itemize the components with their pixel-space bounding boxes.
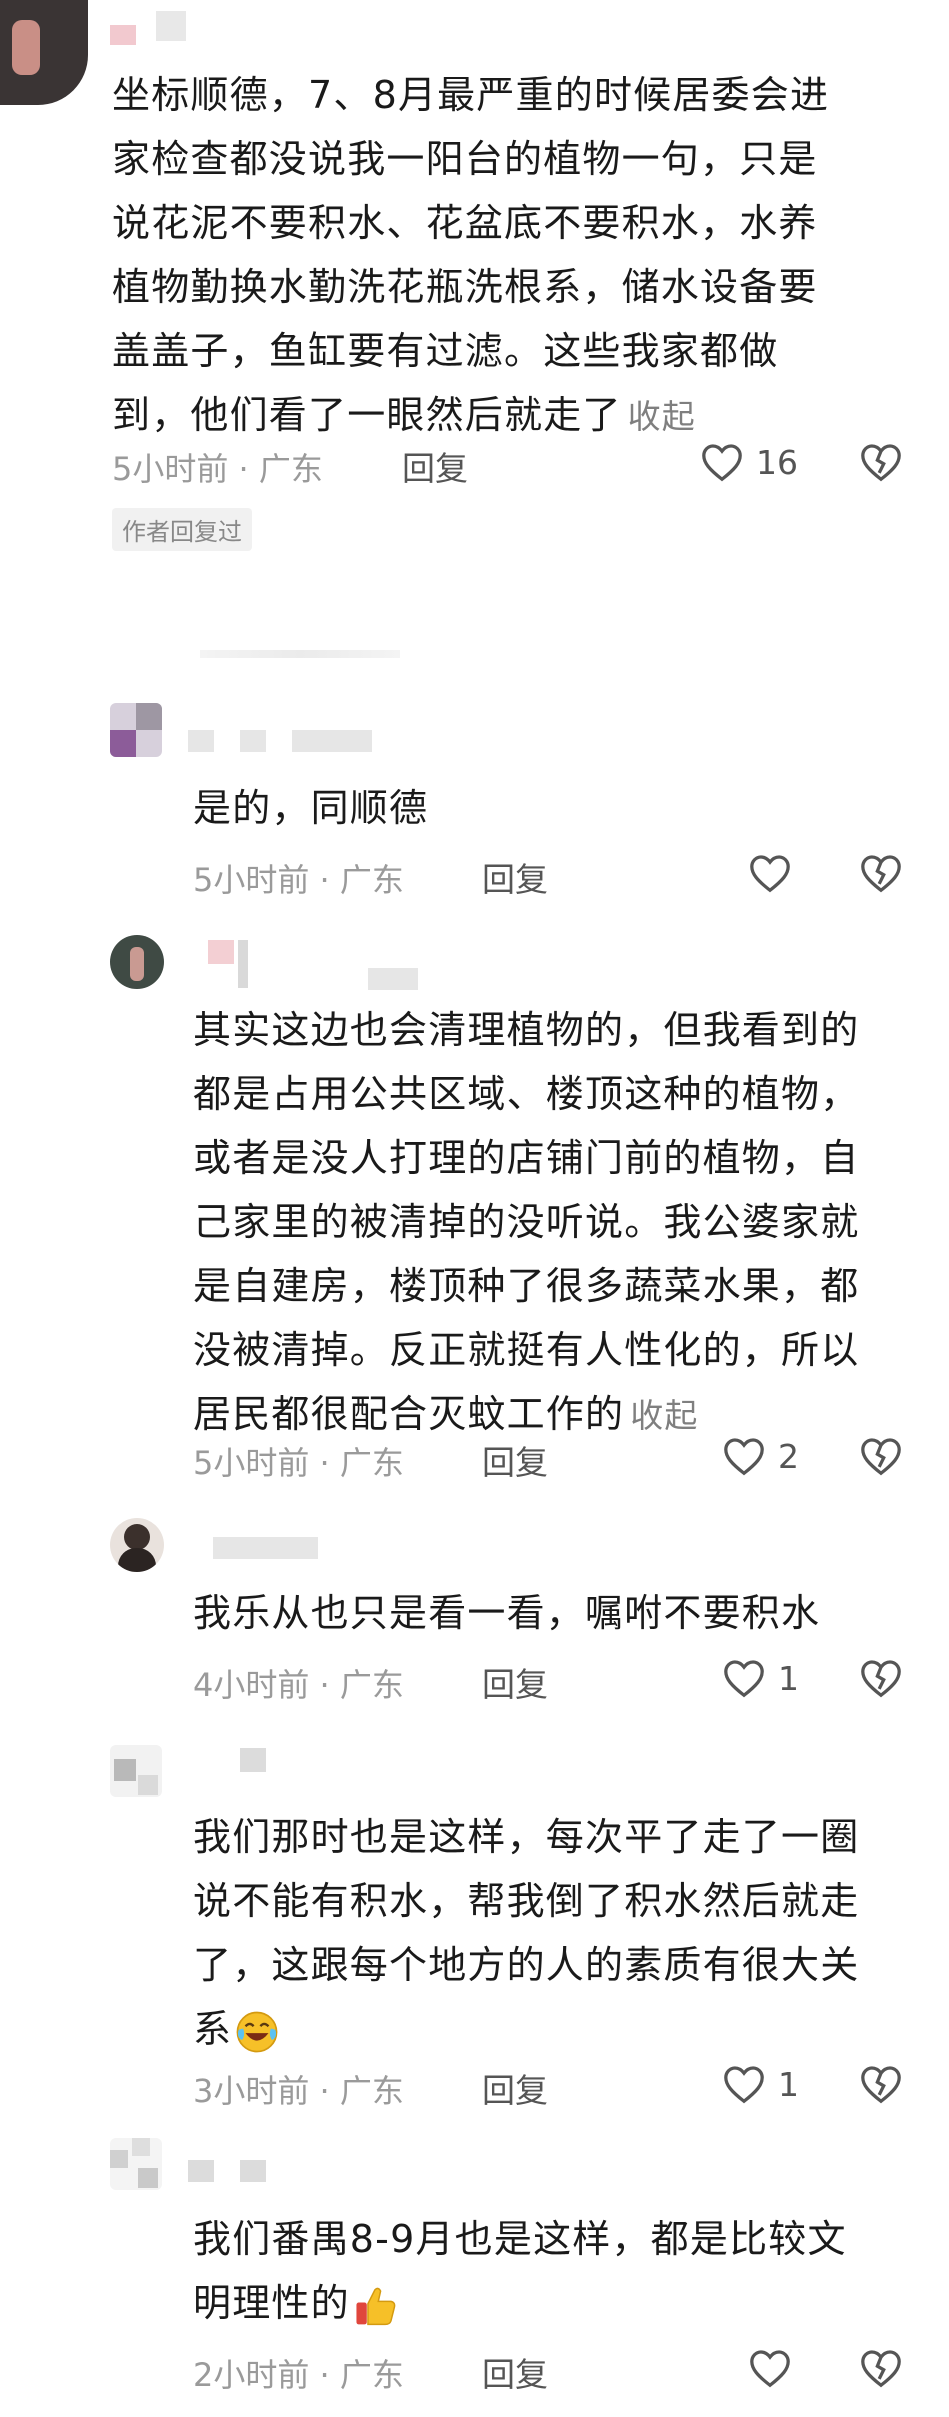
broken-heart-icon xyxy=(858,1658,904,1698)
avatar[interactable] xyxy=(110,2138,162,2190)
username[interactable] xyxy=(240,1748,266,1772)
dislike-button[interactable] xyxy=(858,2064,904,2104)
broken-heart-icon xyxy=(858,1436,904,1476)
avatar[interactable] xyxy=(110,1518,164,1572)
reply-button[interactable]: 回复 xyxy=(402,442,468,490)
heart-icon xyxy=(748,853,792,893)
comment-text: 我乐从也只是看一看，嘱咐不要积水 xyxy=(193,1591,821,1635)
avatar[interactable] xyxy=(0,0,88,105)
divider xyxy=(200,650,400,658)
author-replied-badge: 作者回复过 xyxy=(112,508,252,551)
broken-heart-icon xyxy=(858,2348,904,2388)
like-button[interactable]: 16 xyxy=(700,442,798,482)
comment-text: 我们那时也是这样，每次平了走了一圈 说不能有积水，帮我倒了积水然后就走 了，这跟… xyxy=(193,1805,859,2061)
crying-laughing-emoji-icon xyxy=(234,2009,280,2055)
like-count: 16 xyxy=(756,442,798,482)
comment-text: 我们番禺8-9月也是这样，都是比较文 明理性的 xyxy=(193,2207,847,2335)
like-count: 2 xyxy=(778,1436,799,1476)
like-count: 1 xyxy=(778,1658,799,1698)
comment-time-location: 3小时前 · 广东 xyxy=(193,2072,404,2110)
comment-time-location: 5小时前 · 广东 xyxy=(193,861,404,899)
like-count: 1 xyxy=(778,2064,799,2104)
comment-time-location: 2小时前 · 广东 xyxy=(193,2356,404,2394)
comment-time-location: 5小时前 · 广东 xyxy=(112,450,323,488)
heart-icon xyxy=(722,1436,766,1476)
like-button[interactable]: 2 xyxy=(722,1436,799,1476)
collapse-link[interactable]: 收起 xyxy=(630,1396,698,1435)
avatar[interactable] xyxy=(110,935,164,989)
comment-time-location: 5小时前 · 广东 xyxy=(193,1444,404,1482)
dislike-button[interactable] xyxy=(858,1658,904,1698)
comment-text: 是的，同顺德 xyxy=(193,786,429,830)
like-button[interactable] xyxy=(748,2348,804,2388)
reply-button[interactable]: 回复 xyxy=(482,1658,548,1706)
dislike-button[interactable] xyxy=(858,853,904,893)
dislike-button[interactable] xyxy=(858,442,904,482)
like-button[interactable] xyxy=(748,853,804,893)
heart-icon xyxy=(700,442,744,482)
collapse-link[interactable]: 收起 xyxy=(628,397,696,436)
reply-button[interactable]: 回复 xyxy=(482,853,548,901)
heart-icon xyxy=(722,1658,766,1698)
dislike-button[interactable] xyxy=(858,2348,904,2388)
comment-text: 其实这边也会清理植物的，但我看到的 都是占用公共区域、楼顶这种的植物， 或者是没… xyxy=(193,1008,860,1436)
avatar[interactable] xyxy=(110,703,162,757)
thumbs-up-emoji-icon xyxy=(352,2283,400,2329)
comment-time-location: 4小时前 · 广东 xyxy=(193,1666,404,1704)
broken-heart-icon xyxy=(858,2064,904,2104)
broken-heart-icon xyxy=(858,442,904,482)
broken-heart-icon xyxy=(858,853,904,893)
username[interactable] xyxy=(213,1537,318,1559)
comment-text: 坐标顺德，7、8月最严重的时候居委会进 家检查都没说我一阳台的植物一句，只是 说… xyxy=(112,73,830,437)
heart-icon xyxy=(722,2064,766,2104)
reply-button[interactable]: 回复 xyxy=(482,1436,548,1484)
avatar[interactable] xyxy=(110,1745,162,1797)
dislike-button[interactable] xyxy=(858,1436,904,1476)
heart-icon xyxy=(748,2348,792,2388)
like-button[interactable]: 1 xyxy=(722,1658,799,1698)
reply-button[interactable]: 回复 xyxy=(482,2348,548,2396)
reply-button[interactable]: 回复 xyxy=(482,2064,548,2112)
like-button[interactable]: 1 xyxy=(722,2064,799,2104)
